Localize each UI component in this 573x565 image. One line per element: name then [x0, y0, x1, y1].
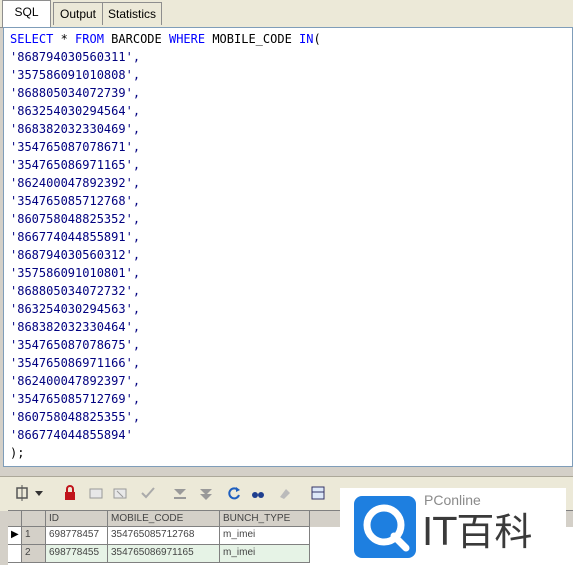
watermark: PConline IT百科: [340, 488, 566, 564]
check-icon[interactable]: [140, 485, 156, 501]
sql-value-line: '862400047892392',: [10, 176, 141, 190]
cell-mobile-code[interactable]: 354765085712768: [108, 527, 220, 545]
keyword-from: FROM: [75, 32, 104, 46]
watermark-brand: PConline: [424, 492, 481, 508]
eraser-icon[interactable]: [276, 485, 292, 501]
row-number-header: [22, 511, 46, 527]
binoculars-icon[interactable]: [250, 485, 266, 501]
cell-mobile-code[interactable]: 354765086971165: [108, 545, 220, 563]
sql-value-line: '868805034072739',: [10, 86, 141, 100]
watermark-title: IT百科: [422, 510, 533, 554]
row-number: 2: [22, 545, 46, 563]
cell-bunch-type[interactable]: m_imei: [220, 545, 310, 563]
sql-value-line: '354765085712768',: [10, 194, 141, 208]
star: *: [53, 32, 76, 46]
sql-value-line: '357586091010808',: [10, 68, 141, 82]
column-header-id[interactable]: ID: [46, 511, 108, 527]
sql-value-line: '863254030294563',: [10, 302, 141, 316]
sql-code: SELECT * FROM BARCODE WHERE MOBILE_CODE …: [10, 30, 321, 462]
last-record-icon[interactable]: [198, 485, 214, 501]
tab-statistics[interactable]: Statistics: [102, 2, 162, 25]
sql-editor[interactable]: SELECT * FROM BARCODE WHERE MOBILE_CODE …: [3, 27, 573, 467]
row-number: 1: [22, 527, 46, 545]
sql-value-line: '868382032330469',: [10, 122, 141, 136]
keyword-select: SELECT: [10, 32, 54, 46]
column-name: MOBILE_CODE: [205, 32, 300, 46]
pin-icon[interactable]: [14, 485, 30, 501]
tab-sql[interactable]: SQL: [2, 0, 51, 27]
sql-value-line: '354765087078675',: [10, 338, 141, 352]
delete-record-icon[interactable]: [112, 485, 128, 501]
chevron-down-icon[interactable]: [34, 485, 44, 501]
current-row-icon: ▶: [8, 527, 22, 545]
sql-value-line: '868794030560311',: [10, 50, 141, 64]
sql-value-line: '354765086971165',: [10, 158, 141, 172]
tab-output[interactable]: Output: [53, 2, 103, 25]
refresh-icon[interactable]: [226, 485, 242, 501]
sql-value-line: '866774044855894': [10, 428, 133, 442]
sql-value-line: '860758048825355',: [10, 410, 141, 424]
table-row[interactable]: 2 698778455 354765086971165 m_imei: [8, 545, 368, 563]
sql-value-line: '354765086971166',: [10, 356, 141, 370]
sql-value-line: '868805034072732',: [10, 284, 141, 298]
keyword-where: WHERE: [168, 32, 206, 46]
table-name: BARCODE: [103, 32, 169, 46]
sql-value-line: '862400047892397',: [10, 374, 141, 388]
tab-bar: SQL Output Statistics: [0, 0, 573, 28]
sql-value-line: '357586091010801',: [10, 266, 141, 280]
column-header-bunch-type[interactable]: BUNCH_TYPE: [220, 511, 310, 527]
cell-id[interactable]: 698778455: [46, 545, 108, 563]
open-paren: (: [313, 32, 321, 46]
column-header-mobile-code[interactable]: MOBILE_CODE: [108, 511, 220, 527]
sql-value-line: '860758048825352',: [10, 212, 141, 226]
cell-bunch-type[interactable]: m_imei: [220, 527, 310, 545]
close-paren: );: [10, 446, 25, 460]
pconline-logo-icon: [354, 496, 416, 558]
sql-value-line: '863254030294564',: [10, 104, 141, 118]
insert-record-icon[interactable]: [88, 485, 104, 501]
table-row[interactable]: ▶ 1 698778457 354765085712768 m_imei: [8, 527, 368, 545]
sql-value-line: '354765087078671',: [10, 140, 141, 154]
row-indicator-header: [8, 511, 22, 527]
first-record-icon[interactable]: [172, 485, 188, 501]
sql-value-line: '868794030560312',: [10, 248, 141, 262]
sql-value-line: '866774044855891',: [10, 230, 141, 244]
cell-id[interactable]: 698778457: [46, 527, 108, 545]
value-list: '868794030560311', '357586091010808', '868…: [10, 48, 321, 444]
grid-icon[interactable]: [310, 485, 326, 501]
lock-icon[interactable]: [62, 485, 78, 501]
sql-value-line: '354765085712769',: [10, 392, 141, 406]
sql-value-line: '868382032330464',: [10, 320, 141, 334]
keyword-in: IN: [299, 32, 314, 46]
row-indicator: [8, 545, 22, 563]
